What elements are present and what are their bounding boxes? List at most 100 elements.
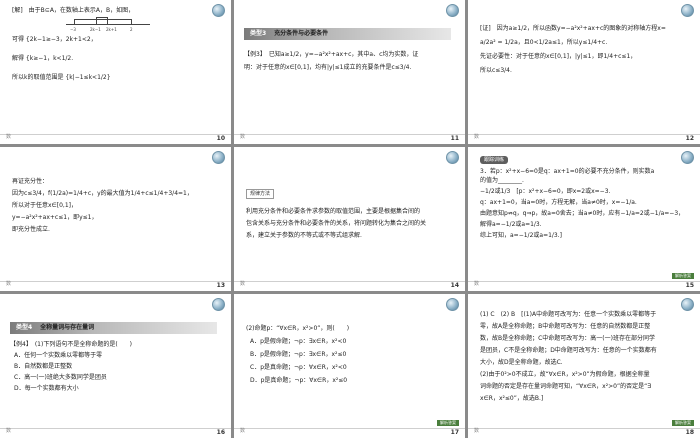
option-line: C．p是真命题；¬p：∀x∈R，x²<0 [250, 364, 347, 371]
slide-text-line: 是团员，C不是全称命题；D中命题可改写为：任意的一个实数都有 [480, 347, 657, 354]
slide-page-number: 17 [450, 429, 459, 436]
slide-page-number: 14 [450, 282, 459, 289]
slide-thumbnail[interactable]: (2)命题p：“∀x∈R，x²>0”，则( ) A．p是假命题；¬p：∃x∈R，… [234, 294, 465, 438]
slide-text-line: 【例4】 (1)下列语句不是全称命题的是( ) [10, 341, 132, 348]
slide-body: 类型3 充分条件与必要条件 【例3】 已知a≥1/2，y=−a²x²+ax+c，… [244, 6, 451, 72]
slide-text-line: 系，建立关于参数的不等式或不等式组求解. [246, 232, 362, 239]
banner-title: 充分条件与必要条件 [274, 30, 329, 37]
option-line: D．p是真命题；¬p：∀x∈R，x²≤0 [250, 377, 348, 384]
slide-page-number: 18 [685, 429, 694, 436]
slide-body: 跟踪训练 3．若p：x²+x−6=0是q：ax+1=0的必要不充分条件，则实数a… [480, 155, 686, 240]
slide-thumbnail[interactable]: 类型3 充分条件与必要条件 【例3】 已知a≥1/2，y=−a²x²+ax+c，… [234, 0, 465, 144]
slide-text-line: (1) C (2) B [(1)A中命题可改写为：任意一个实数乘以零都等于 [480, 311, 657, 318]
answer-button[interactable]: 解析答案 [437, 420, 459, 426]
numline-label: −3 [70, 27, 76, 32]
banner-title: 全称量词与存在量词 [40, 324, 95, 331]
slide-body: 规律方法 利用充分条件和必要条件求参数的取值范围，主要是根据集合间的 包含关系与… [246, 189, 451, 240]
slide-text-line: 因为c≤3/4，f(1/2a)=1/4+c，y的最大值为1/4+c≤1/4+3/… [12, 190, 193, 197]
option-line: D．每一个实数都有大小 [14, 385, 79, 392]
footer-mark: 数 [240, 281, 246, 287]
slide-text-line: 的值为________. [480, 177, 524, 184]
slide-footer: 数 11 [234, 134, 465, 144]
slide-text-line: a/2a² = 1/2a，且0<1/2a≤1，所以y≤1/4+c. [480, 39, 608, 46]
slide-text-line: 包含关系与充分条件和必要条件的关系，将问题转化为集合之间的关 [246, 220, 427, 227]
globe-icon [446, 298, 459, 311]
method-tag: 规律方法 [246, 189, 275, 199]
option-line: B．自然数都是正整数 [14, 363, 73, 370]
slide-text-line: 所以对于任意x∈[0,1]， [12, 202, 78, 209]
slide-page-number: 10 [216, 135, 225, 142]
slide-text-line: y=−a²x²+ax+c≤1，即y≤1， [12, 214, 98, 221]
slide-text-line: [证] 因为a≥1/2，所以函数y=−a²x²+ax+c的图象的对称轴方程x= [480, 25, 666, 32]
slide-thumbnail[interactable]: 类型4 全称量词与存在量词 【例4】 (1)下列语句不是全称命题的是( ) A．… [0, 294, 231, 438]
slide-text-line: 大小，故D是全称命题，故选C. [480, 359, 563, 366]
slide-text-line: 所以k的取值范围是 {k|−1≤k<1/2} [12, 74, 111, 81]
slide-text-line: (2)命题p：“∀x∈R，x²>0”，则( ) [246, 325, 350, 332]
slide-text-line: 【例3】 已知a≥1/2，y=−a²x²+ax+c，其中a、c均为实数，证 [244, 51, 419, 58]
slide-footer: 数 16 [0, 428, 231, 438]
numline-label: 2 [130, 27, 133, 32]
slide-text-line: q：ax+1=0，当a=0时，方程无解，当a≠0时，x=−1/a. [480, 199, 637, 206]
slide-text-line: 所以c≤3/4. [480, 67, 512, 74]
answer-button[interactable]: 解析答案 [672, 273, 694, 279]
option-line: A．p是假命题；¬p：∃x∈R，x²<0 [250, 338, 347, 345]
slide-page-number: 16 [216, 429, 225, 436]
slide-text-line: 即充分性成立. [12, 226, 50, 233]
slide-thumbnail[interactable]: 规律方法 利用充分条件和必要条件求参数的取值范围，主要是根据集合间的 包含关系与… [234, 147, 465, 291]
slide-text-line: [解] 由于B⊆A，在数轴上表示A，B，如图， [12, 7, 135, 14]
slide-grid: [解] 由于B⊆A，在数轴上表示A，B，如图， −3 2k−1 2k+1 2 可… [0, 0, 700, 438]
slide-thumbnail[interactable]: 再证充分性： 因为c≤3/4，f(1/2a)=1/4+c，y的最大值为1/4+c… [0, 147, 231, 291]
slide-footer: 数 10 [0, 134, 231, 144]
slide-text-line: 3．若p：x²+x−6=0是q：ax+1=0的必要不充分条件，则实数a [480, 168, 655, 175]
slide-thumbnail[interactable]: [证] 因为a≥1/2，所以函数y=−a²x²+ax+c的图象的对称轴方程x= … [468, 0, 700, 144]
slide-body: 类型4 全称量词与存在量词 【例4】 (1)下列语句不是全称命题的是( ) A．… [10, 300, 217, 393]
slide-footer: 数 17 [234, 428, 465, 438]
slide-body: [证] 因为a≥1/2，所以函数y=−a²x²+ax+c的图象的对称轴方程x= … [480, 24, 686, 75]
slide-footer: 数 18 [468, 428, 700, 438]
footer-mark: 数 [6, 134, 12, 140]
slide-text-line: 词命题的否定是存在量词命题可知，“∀x∈R，x²>0”的否定是“∃ [480, 383, 651, 390]
option-line: B．p是假命题；¬p：∃x∈R，x²≤0 [250, 351, 347, 358]
footer-mark: 数 [6, 281, 12, 287]
slide-page-number: 11 [450, 135, 459, 142]
slide-thumbnail[interactable]: 跟踪训练 3．若p：x²+x−6=0是q：ax+1=0的必要不充分条件，则实数a… [468, 147, 700, 291]
slide-thumbnail[interactable]: [解] 由于B⊆A，在数轴上表示A，B，如图， −3 2k−1 2k+1 2 可… [0, 0, 231, 144]
slide-page-number: 15 [685, 282, 694, 289]
section-banner: 类型4 全称量词与存在量词 [10, 322, 217, 334]
slide-body: 再证充分性： 因为c≤3/4，f(1/2a)=1/4+c，y的最大值为1/4+c… [12, 177, 217, 234]
slide-text-line: 再证充分性： [12, 178, 49, 185]
slide-footer: 数 14 [234, 281, 465, 291]
option-line: A．任何一个实数乘以零都等于零 [14, 352, 103, 359]
slide-footer: 数 13 [0, 281, 231, 291]
answer-button[interactable]: 解析答案 [672, 420, 694, 426]
slide-text-line: 可得 {2k−1≥−3，2k+1<2， [12, 36, 97, 43]
numline-label: 2k−1 [90, 27, 101, 32]
slide-thumbnail[interactable]: (1) C (2) B [(1)A中命题可改写为：任意一个实数乘以零都等于 零，… [468, 294, 700, 438]
slide-body: [解] 由于B⊆A，在数轴上表示A，B，如图， −3 2k−1 2k+1 2 可… [12, 6, 217, 82]
slide-text-line: −1/2或1/3 [p：x²+x−6=0，即x=2或x=−3. [480, 188, 611, 195]
slide-text-line: x∈R，x²≤0”，故选B.] [480, 395, 544, 402]
slide-text-line: 解得a=−1/2或a=1/3. [480, 221, 542, 228]
option-line: C．高一(一)班绝大多数同学是团员 [14, 374, 107, 381]
slide-text-line: 利用充分条件和必要条件求参数的取值范围，主要是根据集合间的 [246, 208, 421, 215]
slide-text-line: 解得 {k≥−1，k<1/2. [12, 55, 74, 62]
slide-page-number: 13 [216, 282, 225, 289]
slide-text-line: 综上可知，a=−1/2或a=1/3.] [480, 232, 562, 239]
slide-text-line: (2)由于0²>0不成立，故“∀x∈R，x²>0”为假命题，根据全称量 [480, 371, 650, 378]
globe-icon [446, 151, 459, 164]
numline-label: 2k+1 [106, 27, 117, 32]
globe-icon [681, 4, 694, 17]
number-line-figure: −3 2k−1 2k+1 2 [66, 17, 150, 32]
slide-text-line: 明：对于任意的x∈[0,1]，均有|y|≤1成立的充要条件是c≤3/4. [244, 64, 412, 71]
slide-footer: 数 15 [468, 281, 700, 291]
footer-mark: 数 [474, 134, 480, 140]
footer-mark: 数 [474, 428, 480, 434]
slide-text-line: 先证必要性：对于任意的x∈[0,1]，|y|≤1，即1/4+c≤1， [480, 53, 637, 60]
banner-type: 类型3 [250, 30, 267, 37]
slide-text-line: 零，故A是全称命题；B中命题可改写为：任意的自然数都是正整 [480, 323, 651, 330]
footer-mark: 数 [240, 428, 246, 434]
slide-footer: 数 12 [468, 134, 700, 144]
footer-mark: 数 [240, 134, 246, 140]
slide-page-number: 12 [685, 135, 694, 142]
slide-body: (1) C (2) B [(1)A中命题可改写为：任意一个实数乘以零都等于 零，… [480, 310, 686, 403]
